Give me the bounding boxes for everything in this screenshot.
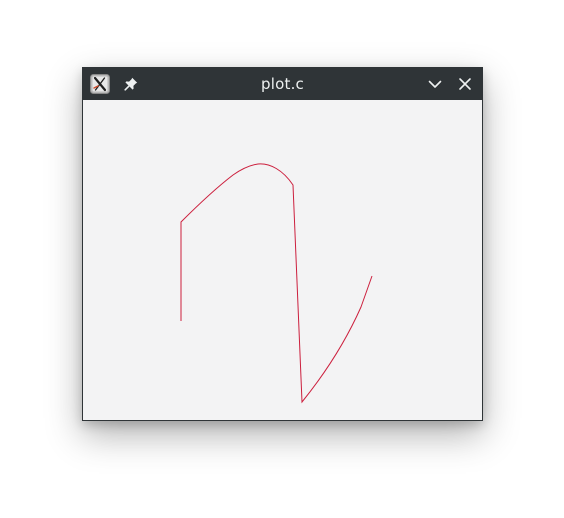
plot-curve [180,163,373,404]
title-bar[interactable]: plot.c [83,68,482,100]
plot-canvas [83,100,482,420]
window-title: plot.c [261,75,304,93]
close-icon[interactable] [455,74,475,94]
plot-svg [180,163,373,404]
pin-icon[interactable] [121,74,141,94]
chevron-down-icon[interactable] [425,74,445,94]
plot-window: plot.c [82,67,483,421]
app-x-icon[interactable] [90,74,110,94]
